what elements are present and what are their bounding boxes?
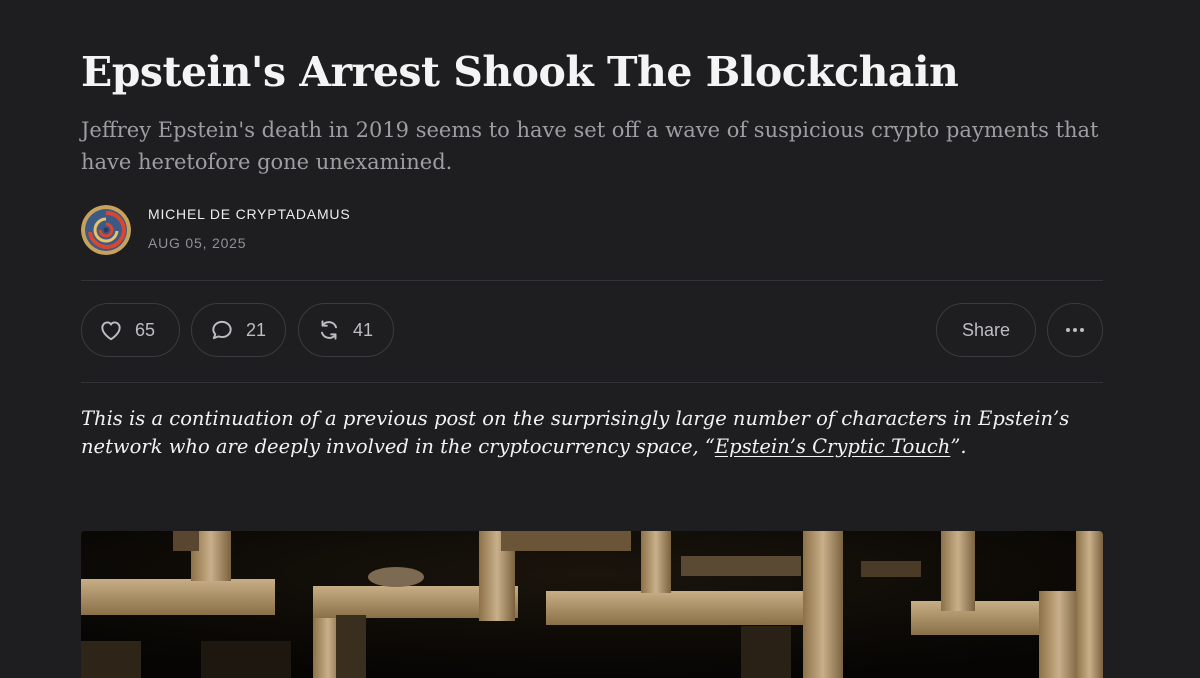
post-title: Epstein's Arrest Shook The Blockchain — [81, 48, 959, 96]
like-button[interactable]: 65 — [81, 303, 180, 357]
restack-count: 41 — [353, 319, 374, 340]
post-date: AUG 05, 2025 — [148, 235, 247, 251]
author-name[interactable]: MICHEL DE CRYPTADAMUS — [148, 206, 350, 222]
divider — [81, 280, 1103, 281]
previous-post-link[interactable]: Epstein’s Cryptic Touch — [715, 435, 951, 458]
comment-icon — [208, 316, 236, 344]
comment-button[interactable]: 21 — [191, 303, 286, 357]
restack-icon — [315, 316, 343, 344]
comment-count: 21 — [246, 319, 267, 340]
share-label: Share — [961, 319, 1011, 340]
restack-button[interactable]: 41 — [298, 303, 394, 357]
ellipsis-icon — [1061, 316, 1089, 344]
more-options-button[interactable] — [1047, 303, 1103, 357]
intro-paragraph: This is a continuation of a previous pos… — [81, 405, 1111, 460]
post-subtitle: Jeffrey Epstein's death in 2019 seems to… — [81, 118, 1099, 174]
hero-image — [81, 531, 1103, 678]
post-page: Epstein's Arrest Shook The Blockchain Je… — [0, 0, 1200, 678]
share-button[interactable]: Share — [936, 303, 1036, 357]
intro-suffix: ”. — [950, 434, 967, 458]
author-avatar[interactable] — [81, 205, 131, 255]
heart-icon — [97, 316, 125, 344]
divider — [81, 382, 1103, 383]
like-count: 65 — [135, 319, 156, 340]
